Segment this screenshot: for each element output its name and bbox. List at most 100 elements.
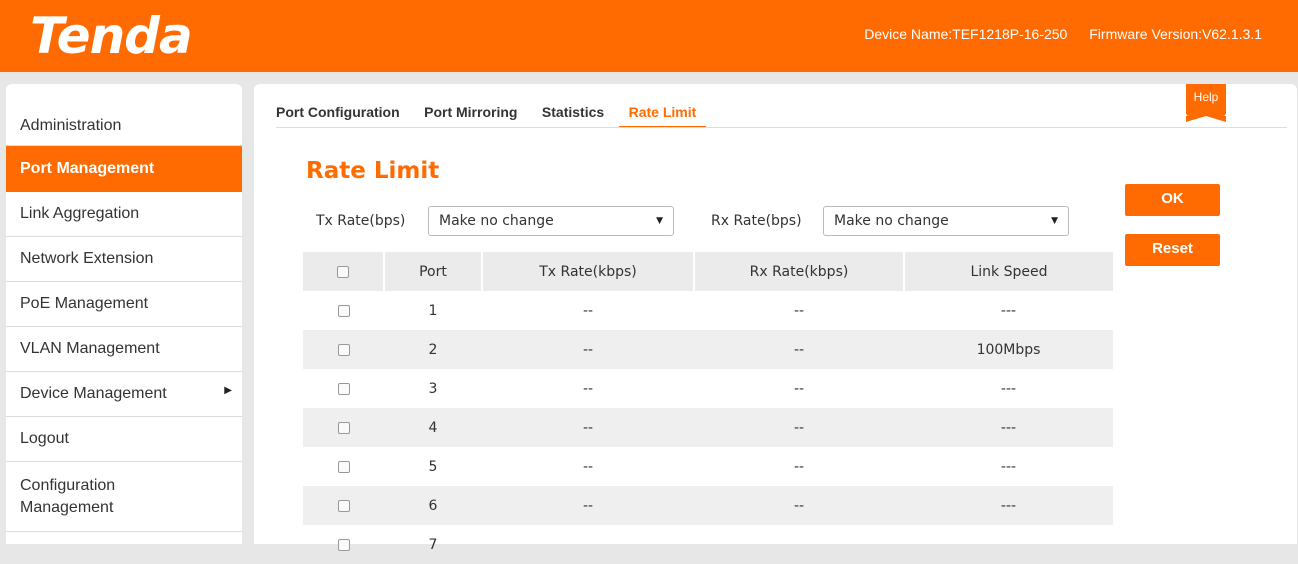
table-row: 4 -- -- ---: [303, 408, 1113, 447]
column-header: Port: [383, 252, 482, 291]
rx-rate-select[interactable]: Make no change ▼: [823, 206, 1069, 236]
link-speed-cell: ---: [1000, 458, 1017, 475]
tab-statistics[interactable]: Statistics: [542, 104, 604, 126]
page-title: Rate Limit: [306, 158, 440, 184]
row-checkbox-cell: [303, 525, 384, 564]
row-checkbox[interactable]: [337, 382, 350, 395]
table-row: 7: [303, 525, 1113, 564]
tx-rate-label: Tx Rate(bps): [316, 213, 406, 229]
main-panel: Port Configuration Port Mirroring Statis…: [254, 84, 1297, 553]
table-row: 3 -- -- ---: [303, 369, 1113, 408]
table-row: 6 -- -- ---: [303, 486, 1113, 525]
sidebar-item-label: Network Extension: [20, 250, 154, 267]
ok-button[interactable]: OK: [1125, 184, 1220, 216]
port-cell: 1: [428, 302, 438, 319]
tab-rate-limit[interactable]: Rate Limit: [618, 104, 707, 128]
sidebar-item-poe-management[interactable]: PoE Management: [6, 282, 242, 327]
row-checkbox[interactable]: [337, 538, 350, 551]
tx-rate-cell: --: [582, 380, 594, 397]
sidebar-item-label: Port Management: [20, 160, 155, 177]
rate-limit-table: Port Tx Rate(kbps) Rx Rate(kbps) Link Sp…: [303, 252, 1113, 564]
row-checkbox[interactable]: [337, 460, 350, 473]
firmware-version: Firmware Version:V62.1.3.1: [1089, 26, 1262, 42]
port-cell: 5: [428, 458, 438, 475]
table-row: 5 -- -- ---: [303, 447, 1113, 486]
link-speed-cell: ---: [904, 408, 1113, 447]
tx-rate-cell: --: [482, 408, 694, 447]
sidebar-item-label: Configuration Management: [20, 476, 116, 516]
sidebar-item-logout[interactable]: Logout: [6, 417, 242, 462]
sidebar-item-administration[interactable]: Administration: [6, 84, 242, 146]
row-checkbox-cell: [303, 447, 384, 486]
rx-rate-cell: [694, 525, 904, 564]
row-checkbox[interactable]: [337, 499, 350, 512]
chevron-down-icon: ▼: [1051, 216, 1058, 226]
help-button[interactable]: Help: [1186, 84, 1226, 122]
device-info: Device Name:TEF1218P-16-250 Firmware Ver…: [846, 26, 1262, 42]
row-checkbox-cell: [303, 486, 384, 525]
sidebar: Administration Port Management Link Aggr…: [6, 84, 242, 544]
link-speed-cell: ---: [1000, 380, 1017, 397]
tx-rate-select[interactable]: Make no change ▼: [428, 206, 674, 236]
link-speed-cell: ---: [904, 486, 1113, 525]
sidebar-item-device-management[interactable]: Device Management ▶: [6, 372, 242, 417]
row-checkbox[interactable]: [337, 304, 350, 317]
tx-rate-value: Make no change: [439, 213, 554, 229]
table-row: 1 -- -- ---: [303, 291, 1113, 330]
sidebar-item-label: Device Management: [20, 385, 167, 402]
sidebar-item-link-aggregation[interactable]: Link Aggregation: [6, 192, 242, 237]
row-checkbox[interactable]: [337, 421, 350, 434]
rx-rate-value: Make no change: [834, 213, 949, 229]
tenda-logo: Tenda: [30, 7, 193, 65]
tx-rate-cell: --: [482, 486, 694, 525]
rx-rate-cell: --: [793, 380, 805, 397]
table-row: 2 -- -- 100Mbps: [303, 330, 1113, 369]
sidebar-item-label: Administration: [20, 117, 122, 134]
top-header: Tenda Device Name:TEF1218P-16-250 Firmwa…: [0, 0, 1298, 72]
tab-port-mirroring[interactable]: Port Mirroring: [424, 104, 517, 126]
sidebar-item-label: Logout: [20, 430, 69, 447]
link-speed-cell: 100Mbps: [904, 330, 1113, 369]
rx-rate-label: Rx Rate(bps): [711, 213, 802, 229]
link-speed-cell: [904, 525, 1113, 564]
reset-button[interactable]: Reset: [1125, 234, 1220, 266]
sidebar-item-label: PoE Management: [20, 295, 149, 312]
expand-arrow-icon: ▶: [224, 385, 232, 396]
tx-rate-cell: --: [582, 458, 594, 475]
column-header: Link Speed: [903, 252, 1113, 291]
chevron-down-icon: ▼: [656, 216, 663, 226]
port-cell: 4: [384, 408, 482, 447]
row-checkbox-cell: [303, 369, 384, 408]
tx-rate-cell: --: [482, 330, 694, 369]
sidebar-item-network-extension[interactable]: Network Extension: [6, 237, 242, 282]
rx-rate-cell: --: [793, 302, 805, 319]
port-cell: 7: [428, 536, 438, 553]
sidebar-item-label: VLAN Management: [20, 340, 160, 357]
rx-rate-cell: --: [694, 408, 904, 447]
tx-rate-cell: [482, 525, 694, 564]
rx-rate-cell: --: [694, 330, 904, 369]
select-all-checkbox[interactable]: [337, 265, 349, 278]
row-checkbox-cell: [303, 330, 384, 369]
port-cell: 3: [428, 380, 438, 397]
tab-port-configuration[interactable]: Port Configuration: [276, 104, 400, 126]
table-header-row: Port Tx Rate(kbps) Rx Rate(kbps) Link Sp…: [303, 252, 1113, 291]
tab-divider: [276, 127, 1287, 128]
device-name: Device Name:TEF1218P-16-250: [864, 26, 1068, 42]
column-header: Tx Rate(kbps): [481, 252, 694, 291]
row-checkbox-cell: [303, 291, 384, 330]
tx-rate-cell: --: [582, 302, 594, 319]
sidebar-item-vlan-management[interactable]: VLAN Management: [6, 327, 242, 372]
rx-rate-cell: --: [694, 486, 904, 525]
port-cell: 6: [384, 486, 482, 525]
link-speed-cell: ---: [1000, 302, 1017, 319]
sidebar-item-port-management[interactable]: Port Management: [6, 146, 242, 192]
rx-rate-cell: --: [793, 458, 805, 475]
column-header: Rx Rate(kbps): [693, 252, 904, 291]
tab-bar: Port Configuration Port Mirroring Statis…: [276, 104, 726, 129]
row-checkbox[interactable]: [337, 343, 350, 356]
select-all-cell: [303, 252, 384, 291]
sidebar-item-configuration-management[interactable]: Configuration Management: [6, 462, 242, 532]
sidebar-item-label: Link Aggregation: [20, 205, 140, 222]
port-cell: 2: [384, 330, 482, 369]
